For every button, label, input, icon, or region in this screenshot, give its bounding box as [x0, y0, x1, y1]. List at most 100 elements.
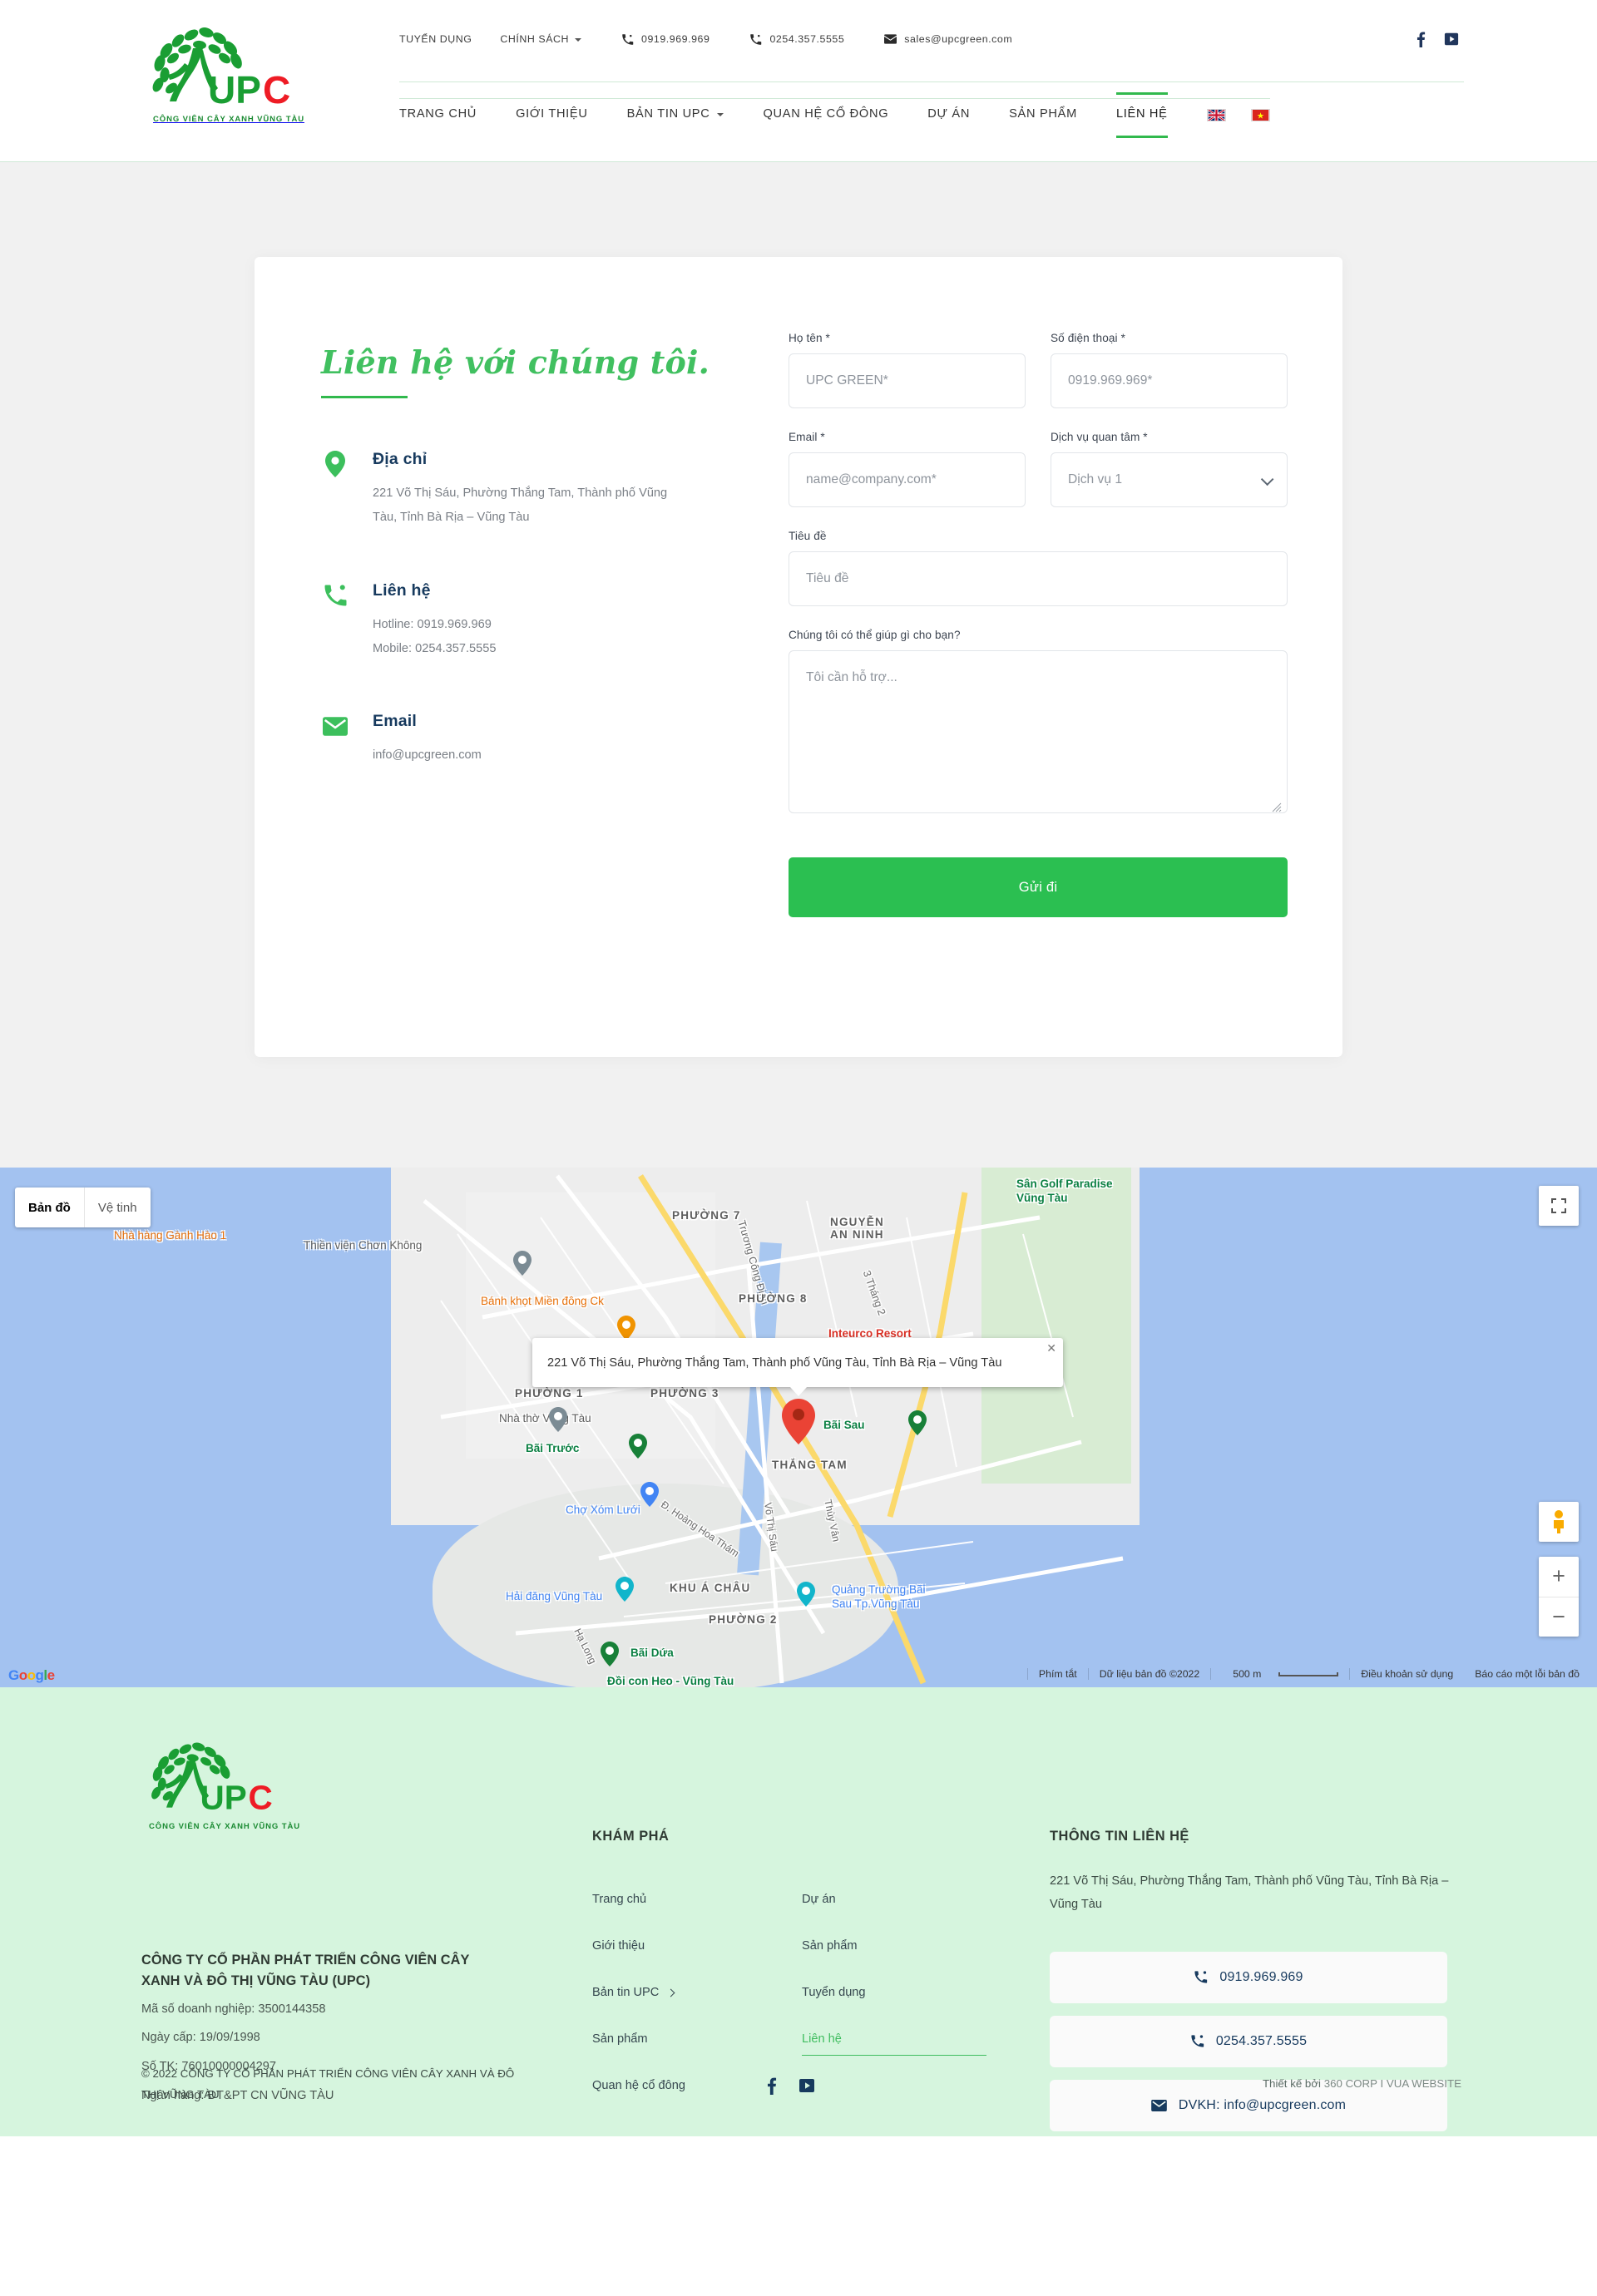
facebook-link[interactable]: [1417, 31, 1426, 47]
language-switch-vi[interactable]: [1250, 108, 1270, 121]
language-switch-en[interactable]: [1206, 108, 1226, 121]
map-poi-pin-lighthouse[interactable]: [616, 1577, 634, 1602]
footer-credit-link[interactable]: 360 CORP I VUA WEBSITE: [1324, 2077, 1461, 2090]
footer-link-ban-tin-upc[interactable]: Bản tin UPC: [592, 1969, 802, 2016]
location-pin-icon: [321, 450, 349, 478]
facebook-icon: [1417, 32, 1426, 47]
map-label-ward: NGUYỄN AN NINH: [830, 1216, 884, 1241]
footer-link-gioi-thieu[interactable]: Giới thiệu: [592, 1923, 802, 1969]
topbar-link-recruitment[interactable]: TUYỂN DỤNG: [399, 33, 472, 45]
header-divider: [399, 81, 1464, 82]
map-zoom-in-button[interactable]: +: [1539, 1557, 1579, 1597]
footer-address: 221 Võ Thị Sáu, Phường Thắng Tam, Thành …: [1050, 1874, 1449, 1912]
map-type-satellite[interactable]: Vệ tinh: [85, 1188, 151, 1227]
map-shortcuts-link[interactable]: Phím tắt: [1026, 1668, 1088, 1680]
topbar-email[interactable]: sales@upcgreen.com: [884, 33, 1012, 45]
info-title-email: Email: [373, 712, 418, 731]
topbar-phone-1[interactable]: 0919.969.969: [621, 33, 710, 46]
footer-facebook-link[interactable]: [767, 2076, 777, 2095]
nav-label: TRANG CHỦ: [399, 107, 477, 121]
map-terms-link[interactable]: Điều khoản sử dụng: [1349, 1668, 1464, 1680]
phone-input[interactable]: [1051, 353, 1288, 408]
map-fullscreen-button[interactable]: [1539, 1186, 1579, 1226]
submit-button[interactable]: Gửi đi: [789, 857, 1288, 917]
map-poi-pin-square[interactable]: [797, 1582, 815, 1607]
footer-social: [767, 2076, 815, 2095]
footer-button-phone-1[interactable]: 0919.969.969: [1050, 1951, 1447, 2003]
map-label-poi: Quảng Trường Bãi Sau Tp.Vũng Tàu: [832, 1583, 926, 1610]
youtube-link[interactable]: [1444, 32, 1459, 47]
nav-item-du-an[interactable]: DỰ ÁN: [927, 99, 970, 131]
subject-input[interactable]: [789, 551, 1288, 606]
label-phone: Số điện thoại *: [1051, 332, 1288, 344]
nav-item-quan-he-co-dong[interactable]: QUAN HỆ CỔ ĐÔNG: [763, 99, 888, 131]
info-text-hotline: Hotline: 0919.969.969: [373, 618, 492, 632]
site-logo[interactable]: UP C CÔNG VIÊN CÂY XANH VŨNG TÀU: [129, 23, 329, 140]
field-service: Dịch vụ quan tâm *: [1051, 431, 1288, 507]
footer-logo[interactable]: UP C CÔNG VIÊN CÂY XANH VŨNG TÀU: [141, 1739, 308, 1831]
footer-link-label: Bản tin UPC: [592, 1986, 660, 1999]
nav-item-lien-he[interactable]: LIÊN HỆ: [1115, 92, 1168, 138]
map-roads: [391, 1168, 1140, 1687]
youtube-icon: [799, 2079, 814, 2092]
footer-link-tuyen-dung[interactable]: Tuyển dụng: [802, 1969, 1011, 2016]
map-type-toggle[interactable]: Bản đồ Vệ tinh: [15, 1188, 151, 1227]
map-poi-pin[interactable]: [513, 1251, 532, 1276]
map-poi-pin-beach[interactable]: [629, 1434, 647, 1459]
nav-item-gioi-thieu[interactable]: GIỚI THIỆU: [516, 99, 588, 131]
label-phone-text: Số điện thoại: [1051, 332, 1118, 344]
envelope-icon: [321, 712, 349, 740]
footer-explore-title: KHÁM PHÁ: [592, 1829, 670, 1844]
field-fullname: Họ tên *: [789, 332, 1026, 408]
email-input[interactable]: [789, 452, 1026, 507]
topbar-phone-2[interactable]: 0254.357.5555: [749, 33, 844, 46]
contact-info-column: Liên hệ với chúng tôi. Địa chỉ 221 Võ Th…: [321, 343, 720, 768]
map-label-ward: PHƯỜNG 8: [739, 1292, 808, 1305]
map-label-beach: Bãi Dứa: [630, 1647, 674, 1659]
info-title-phone: Liên hệ: [373, 581, 431, 600]
top-utility-bar: TUYỂN DỤNG CHÍNH SÁCH 0919.969.969 0254.…: [399, 31, 1464, 47]
footer-link-san-pham-2[interactable]: Sản phẩm: [802, 1923, 1011, 1969]
footer-link-label: Trang chủ: [592, 1893, 647, 1906]
required-mark: *: [1120, 332, 1125, 344]
nav-item-ban-tin-upc[interactable]: BẢN TIN UPC: [627, 99, 724, 131]
nav-label: DỰ ÁN: [927, 107, 971, 121]
map-report-link[interactable]: Báo cáo một lỗi bản đồ: [1464, 1668, 1590, 1680]
close-icon[interactable]: ✕: [1046, 1341, 1056, 1355]
label-email: Email *: [789, 431, 1026, 443]
map-poi-pin-restaurant[interactable]: [617, 1316, 635, 1341]
upc-tree-logo-icon: UP C: [152, 27, 290, 111]
svg-text:C: C: [249, 1778, 273, 1816]
google-map[interactable]: Bản đồ Vệ tinh Nhà hàng Gành Hào 1 Thiền…: [0, 1168, 1597, 1687]
upc-tree-logo-icon: UP C: [151, 1742, 273, 1816]
footer-bottom-bar: © 2022 CÔNG TY CỔ PHẦN PHÁT TRIỂN CÔNG V…: [0, 2040, 1597, 2136]
message-textarea[interactable]: [789, 650, 1288, 813]
footer-link-trang-chu[interactable]: Trang chủ: [592, 1876, 802, 1923]
label-subject: Tiêu đề: [789, 530, 827, 542]
nav-label: QUAN HỆ CỔ ĐÔNG: [763, 107, 889, 121]
map-zoom-out-button[interactable]: −: [1539, 1597, 1579, 1637]
info-block-address: Địa chỉ 221 Võ Thị Sáu, Phường Thắng Tam…: [321, 450, 720, 530]
footer-youtube-link[interactable]: [798, 2077, 815, 2094]
topbar-link-policy[interactable]: CHÍNH SÁCH: [500, 33, 582, 45]
footer-link-label: Sản phẩm: [802, 1939, 858, 1953]
map-type-map[interactable]: Bản đồ: [15, 1188, 85, 1227]
nav-item-trang-chu[interactable]: TRANG CHỦ: [399, 99, 477, 131]
contact-section: Liên hệ với chúng tôi. Địa chỉ 221 Võ Th…: [0, 161, 1597, 1168]
service-select[interactable]: [1051, 452, 1288, 507]
map-poi-pin-store[interactable]: [640, 1482, 659, 1507]
label-service: Dịch vụ quan tâm *: [1051, 431, 1288, 443]
field-message: Chúng tôi có thể giúp gì cho bạn?: [789, 629, 1288, 817]
map-info-window[interactable]: 221 Võ Thị Sáu, Phường Thắng Tam, Thành …: [532, 1338, 1063, 1396]
fullname-input[interactable]: [789, 353, 1026, 408]
chevron-right-icon: [666, 1988, 675, 1997]
map-zoom-controls[interactable]: + −: [1539, 1557, 1579, 1637]
map-poi-pin-beach[interactable]: [908, 1410, 927, 1435]
map-location-marker-icon[interactable]: [782, 1399, 815, 1444]
nav-item-san-pham[interactable]: SẢN PHẨM: [1009, 99, 1077, 131]
map-poi-pin-church[interactable]: [549, 1407, 567, 1432]
footer-link-du-an[interactable]: Dự án: [802, 1876, 1011, 1923]
chevron-down-icon: [717, 113, 724, 116]
label-email-text: Email: [789, 431, 818, 443]
map-street-view-pegman[interactable]: [1539, 1502, 1579, 1542]
